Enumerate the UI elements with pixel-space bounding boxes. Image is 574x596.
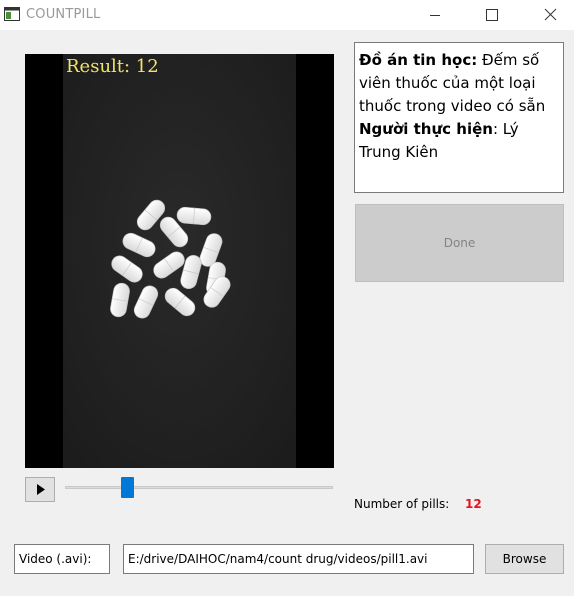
author-label: Người thực hiện <box>359 120 493 138</box>
project-label: Đồ án tin học: <box>359 51 478 69</box>
project-info-box: Đồ án tin học: Đếm số viên thuốc của một… <box>354 42 564 193</box>
play-button[interactable] <box>25 477 55 502</box>
video-frame: Result: 12 <box>25 54 334 468</box>
maximize-icon[interactable] <box>468 0 514 30</box>
done-button[interactable]: Done <box>355 204 564 282</box>
video-seek-slider[interactable] <box>65 486 333 489</box>
pills-count-value: 12 <box>465 497 482 511</box>
play-icon <box>37 484 45 495</box>
browse-button[interactable]: Browse <box>485 544 564 574</box>
minimize-icon[interactable] <box>412 0 458 30</box>
window-title: COUNTPILL <box>26 7 101 22</box>
title-bar: COUNTPILL <box>0 0 574 30</box>
close-icon[interactable] <box>527 0 573 30</box>
seek-slider-handle[interactable] <box>121 477 134 498</box>
video-image <box>63 54 296 468</box>
app-window-icon <box>4 7 20 21</box>
result-overlay-text: Result: 12 <box>66 56 159 77</box>
pills-count-label: Number of pills: <box>354 497 450 511</box>
video-path-input[interactable] <box>123 544 474 574</box>
video-file-label: Video (.avi): <box>14 544 110 574</box>
